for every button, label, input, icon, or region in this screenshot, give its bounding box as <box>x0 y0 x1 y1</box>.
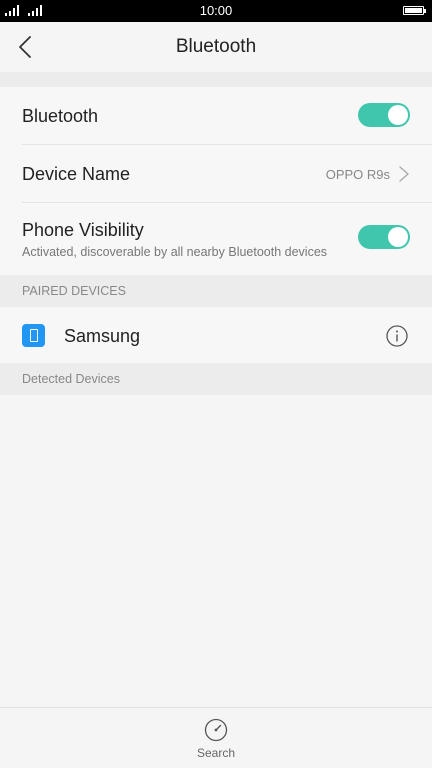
paired-device-item[interactable]: Samsung <box>0 307 432 363</box>
device-name-value: OPPO R9s <box>325 167 390 182</box>
info-icon[interactable] <box>386 325 408 347</box>
phone-visibility-subtitle: Activated, discoverable by all nearby Bl… <box>22 245 328 259</box>
toggle-knob <box>388 227 408 247</box>
phone-visibility-toggle[interactable] <box>358 225 410 249</box>
search-label: Search <box>196 746 236 760</box>
paired-device-name: Samsung <box>64 326 141 346</box>
chevron-right-icon <box>399 166 409 182</box>
detected-devices-list <box>0 395 432 707</box>
device-name-row[interactable]: Device Name OPPO R9s <box>0 145 432 203</box>
detected-devices-header: Detected Devices <box>0 363 432 395</box>
bluetooth-toggle[interactable] <box>358 103 410 127</box>
phone-icon <box>22 324 45 347</box>
phone-visibility-label: Phone Visibility <box>22 220 144 240</box>
battery-icon <box>403 6 426 15</box>
section-gap <box>0 72 432 87</box>
status-bar: 10:00 <box>0 0 432 22</box>
search-icon <box>204 718 228 742</box>
page-title: Bluetooth <box>175 36 257 57</box>
status-time: 10:00 <box>199 3 233 18</box>
paired-devices-title: PAIRED DEVICES <box>22 284 126 298</box>
detected-devices-title: Detected Devices <box>22 372 120 386</box>
phone-visibility-row: Phone Visibility Activated, discoverable… <box>0 203 432 275</box>
paired-devices-header: PAIRED DEVICES <box>0 275 432 307</box>
device-name-label: Device Name <box>22 164 131 184</box>
bluetooth-label: Bluetooth <box>22 106 99 126</box>
bottom-bar: Search <box>0 707 432 768</box>
search-button[interactable]: Search <box>176 716 256 764</box>
toggle-knob <box>388 105 408 125</box>
bluetooth-row: Bluetooth <box>0 87 432 145</box>
header: Bluetooth <box>0 22 432 72</box>
